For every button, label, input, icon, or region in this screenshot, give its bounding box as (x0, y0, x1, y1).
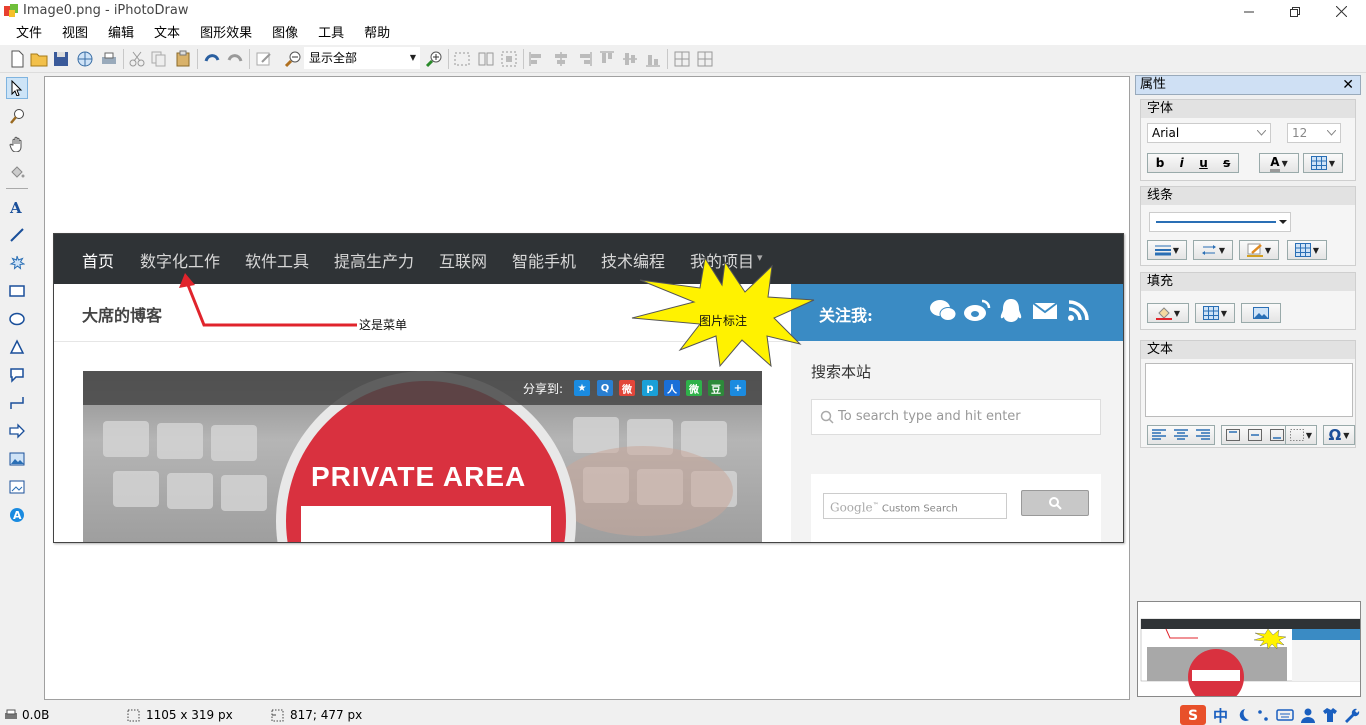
fill-pattern-button[interactable]: ▼ (1195, 303, 1235, 323)
text-border-button[interactable]: ▼ (1285, 425, 1317, 445)
fill-image-button[interactable] (1241, 303, 1281, 323)
valign-bottom-icon[interactable] (1270, 429, 1284, 441)
chevron-down-icon: ▼ (1264, 245, 1272, 255)
line-group-title: 线条 (1141, 187, 1355, 205)
chevron-down-icon: ▼ (1312, 245, 1320, 255)
preview-thumbnail (1140, 618, 1360, 696)
fill-group-title: 填充 (1141, 273, 1355, 291)
italic-icon[interactable]: i (1180, 156, 1184, 170)
chevron-down-icon (1257, 130, 1266, 136)
valign-top-icon[interactable] (1226, 429, 1240, 441)
chevron-down-icon: ▼ (1218, 245, 1226, 255)
align-text-right-icon[interactable] (1196, 429, 1210, 441)
fill-group: 填充 ▼ ▼ (1140, 272, 1356, 330)
skin-shirt-icon[interactable] (1322, 707, 1338, 723)
menu-callout-arrow[interactable] (184, 279, 357, 327)
chevron-down-icon: ▼ (1220, 308, 1228, 318)
sogou-ime-icon[interactable]: S (1180, 705, 1206, 725)
image-size-icon (127, 709, 140, 722)
line-pattern-button[interactable]: ▼ (1287, 240, 1327, 260)
align-text-center-icon[interactable] (1174, 429, 1188, 441)
border-grid-icon (1289, 429, 1304, 441)
line-style-select[interactable] (1149, 212, 1291, 232)
chinese-mode-icon[interactable]: 中 (1212, 706, 1230, 724)
picture-icon (1253, 307, 1269, 319)
font-group-title: 字体 (1141, 100, 1355, 118)
line-preview-icon (1156, 220, 1287, 224)
chevron-down-icon (1327, 130, 1336, 136)
font-style-buttons: b i u s (1147, 153, 1239, 173)
chevron-down-icon: ▼ (1343, 430, 1350, 440)
cursor-position-icon (271, 709, 284, 722)
font-size-value: 12 (1292, 126, 1308, 140)
chevron-down-icon: ▼ (1305, 430, 1313, 440)
svg-text:中: 中 (1213, 707, 1228, 724)
properties-title: 属性 (1140, 77, 1167, 92)
font-color-button[interactable]: A ▼ (1259, 153, 1299, 173)
image-size-status: 1105 x 319 px (146, 708, 233, 722)
line-weight-icon (1154, 245, 1171, 256)
chevron-down-icon: ▼ (1328, 158, 1336, 168)
table-grid-icon (1202, 306, 1219, 320)
strikethrough-icon[interactable]: s (1223, 156, 1230, 170)
pencil-icon (1246, 243, 1263, 257)
arrowhead-icon (179, 273, 195, 288)
user-icon[interactable] (1300, 707, 1316, 723)
vertical-align-buttons (1221, 425, 1289, 445)
arrow-style-button[interactable]: ▼ (1193, 240, 1233, 260)
panel-close-icon[interactable]: ✕ (1342, 76, 1354, 94)
table-grid-icon (1294, 243, 1311, 257)
svg-text:S: S (1188, 708, 1198, 724)
chevron-down-icon: ▼ (1172, 245, 1180, 255)
line-group: 线条 ▼ ▼ ▼ ▼ (1140, 186, 1356, 266)
punctuation-icon[interactable] (1256, 707, 1270, 723)
valign-middle-icon[interactable] (1248, 429, 1262, 441)
moon-icon[interactable] (1236, 707, 1250, 723)
printer-icon (5, 709, 17, 719)
font-group: 字体 Arial 12 b i u s A ▼ ▼ (1140, 99, 1356, 181)
text-align-buttons (1147, 425, 1215, 445)
omega-icon: Ω (1328, 426, 1342, 444)
file-size-status: 0.0B (22, 708, 50, 722)
font-name-select[interactable]: Arial (1147, 123, 1271, 143)
font-color-icon: A (1270, 155, 1280, 172)
menu-callout-text[interactable]: 这是菜单 (359, 316, 407, 333)
text-background-button[interactable]: ▼ (1303, 153, 1343, 173)
ime-toolbar: S 中 (1180, 705, 1360, 725)
arrow-style-icon (1201, 245, 1216, 255)
align-text-left-icon[interactable] (1152, 429, 1166, 441)
table-grid-icon (1310, 156, 1327, 170)
insert-symbol-button[interactable]: Ω ▼ (1323, 425, 1355, 445)
properties-panel-header: 属性 ✕ (1135, 75, 1361, 95)
underline-icon[interactable]: u (1199, 156, 1208, 170)
bold-icon[interactable]: b (1156, 156, 1165, 170)
cursor-position-status: 817; 477 px (290, 708, 363, 722)
chevron-down-icon: ▼ (1173, 308, 1181, 318)
wrench-icon[interactable] (1344, 707, 1360, 723)
text-group-title: 文本 (1141, 341, 1355, 359)
font-size-select[interactable]: 12 (1287, 123, 1341, 143)
line-color-button[interactable]: ▼ (1239, 240, 1279, 260)
navigator-preview[interactable] (1137, 601, 1361, 697)
chevron-down-icon: ▼ (1281, 158, 1288, 168)
keyboard-icon[interactable] (1276, 707, 1294, 723)
image-callout-text[interactable]: 图片标注 (699, 312, 747, 329)
text-content-field[interactable] (1145, 363, 1353, 417)
font-name-value: Arial (1152, 126, 1180, 140)
paint-bucket-icon (1155, 307, 1172, 320)
line-weight-button[interactable]: ▼ (1147, 240, 1187, 260)
fill-color-button[interactable]: ▼ (1147, 303, 1189, 323)
text-group: 文本 ▼ Ω ▼ (1140, 340, 1356, 448)
status-bar: 0.0B 1105 x 319 px 817; 477 px S 中 (0, 705, 1366, 725)
